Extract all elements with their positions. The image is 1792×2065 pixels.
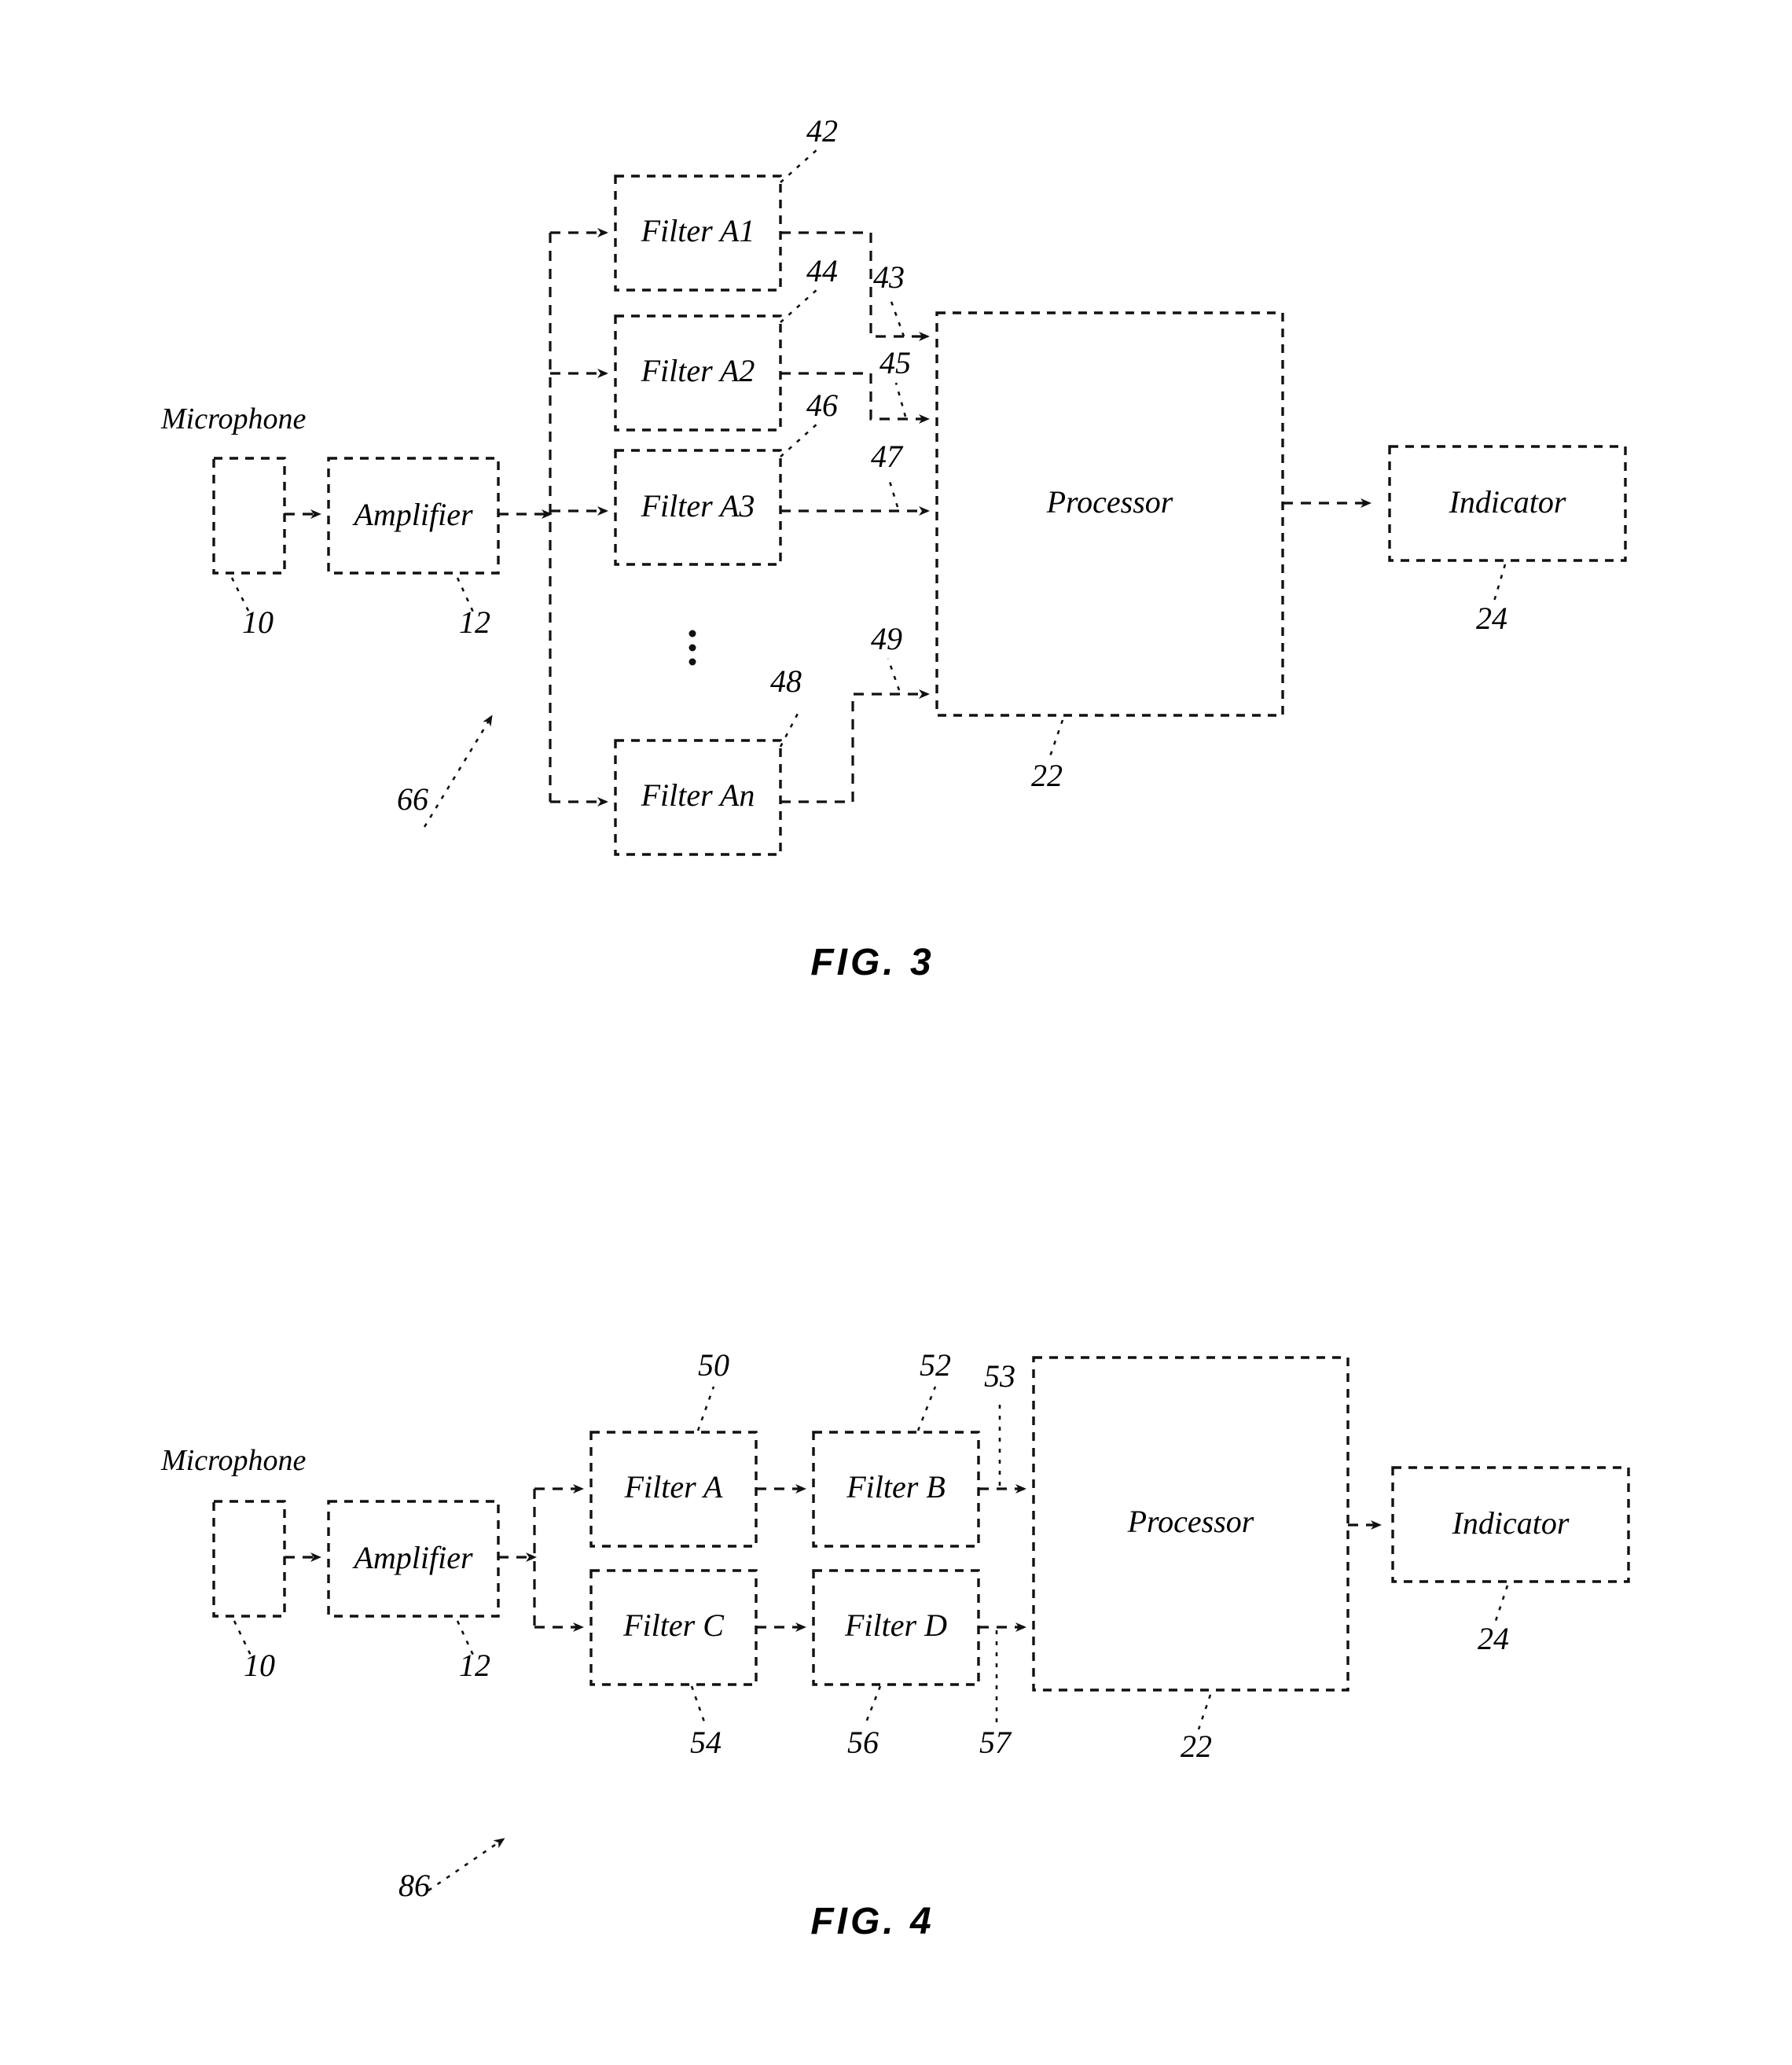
ref-54-fig4: 54 [690, 1725, 722, 1760]
ref-44-fig3: 44 [806, 253, 838, 288]
indicator-label-fig3: Indicator [1449, 484, 1566, 520]
ref-47-fig3: 47 [871, 439, 904, 474]
leader-86-fig4 [428, 1838, 505, 1892]
ref-10-fig3: 10 [242, 604, 274, 640]
patent-drawing-sheet: Microphone 10 Amplifier 12 Filter A1 42 … [0, 0, 1792, 2065]
leader-42-fig3 [780, 149, 818, 183]
microphone-caption-fig3: Microphone [160, 402, 306, 435]
microphone-caption-fig4: Microphone [160, 1444, 306, 1477]
ref-22-fig4: 22 [1181, 1729, 1212, 1764]
figure-4-caption: FIG. 4 [810, 1901, 934, 1942]
filter-b-label-fig4: Filter B [846, 1469, 946, 1505]
microphone-box-fig4 [212, 1500, 286, 1618]
leader-49-fig3 [887, 658, 901, 691]
leader-22-fig3 [1048, 719, 1064, 759]
processor-label-fig4: Processor [1127, 1504, 1254, 1539]
ref-46-fig3: 46 [806, 388, 838, 423]
ref-10-fig4: 10 [244, 1648, 275, 1683]
leader-44-fig3 [780, 288, 818, 323]
ref-56-fig4: 56 [847, 1725, 879, 1760]
ref-24-fig3: 24 [1476, 601, 1507, 636]
leader-24-fig3 [1492, 564, 1507, 604]
leader-52-fig4 [916, 1386, 937, 1431]
filter-a3-label-fig3: Filter A3 [641, 488, 755, 524]
filter-ellipsis-fig3 [689, 630, 696, 666]
ref-42-fig3: 42 [806, 113, 838, 149]
ref-43-fig3: 43 [873, 259, 905, 295]
leader-47-fig3 [887, 476, 899, 508]
ref-24-fig4: 24 [1478, 1621, 1509, 1656]
ref-45-fig3: 45 [879, 345, 911, 380]
ref-50-fig4: 50 [698, 1347, 729, 1383]
ref-66-fig3: 66 [397, 781, 428, 817]
ref-12-fig3: 12 [459, 604, 490, 640]
leader-50-fig4 [696, 1386, 715, 1431]
filter-a1-label-fig3: Filter A1 [641, 213, 755, 248]
filter-a2-label-fig3: Filter A2 [641, 353, 755, 388]
figure-3: Microphone 10 Amplifier 12 Filter A1 42 … [160, 113, 1627, 983]
ref-12-fig4: 12 [459, 1648, 490, 1683]
filter-d-label-fig4: Filter D [844, 1608, 947, 1643]
leader-56-fig4 [863, 1685, 882, 1727]
leader-48-fig3 [779, 708, 802, 748]
wire-filter-an-to-processor-fig3 [780, 689, 930, 803]
ref-22-fig3: 22 [1031, 758, 1063, 793]
filter-a-label-fig4: Filter A [624, 1469, 723, 1505]
leader-66-fig3 [423, 715, 493, 828]
indicator-label-fig4: Indicator [1452, 1505, 1570, 1541]
filter-an-label-fig3: Filter An [641, 777, 755, 813]
filter-c-label-fig4: Filter C [622, 1608, 725, 1643]
ref-53-fig4: 53 [984, 1358, 1015, 1394]
leader-46-fig3 [780, 423, 818, 457]
leader-22-fig4 [1197, 1694, 1212, 1730]
ref-86-fig4: 86 [398, 1868, 430, 1903]
ref-48-fig3: 48 [770, 663, 802, 699]
figure-3-caption: FIG. 3 [810, 942, 934, 983]
microphone-box-fig3 [212, 457, 286, 575]
leader-45-fig3 [894, 382, 907, 417]
amplifier-label-fig3: Amplifier [351, 497, 473, 532]
processor-label-fig3: Processor [1046, 484, 1173, 520]
leader-43-fig3 [888, 296, 905, 337]
wire-filter-a1-to-processor-fig3 [780, 231, 930, 341]
leader-54-fig4 [690, 1685, 707, 1727]
ref-57-fig4: 57 [979, 1725, 1012, 1760]
figure-4: Microphone 10 Amplifier 12 Filter A 50 F… [160, 1347, 1630, 1942]
leader-24-fig4 [1493, 1585, 1509, 1624]
ref-52-fig4: 52 [920, 1347, 951, 1383]
ref-49-fig3: 49 [871, 621, 902, 656]
amplifier-label-fig4: Amplifier [351, 1540, 473, 1575]
